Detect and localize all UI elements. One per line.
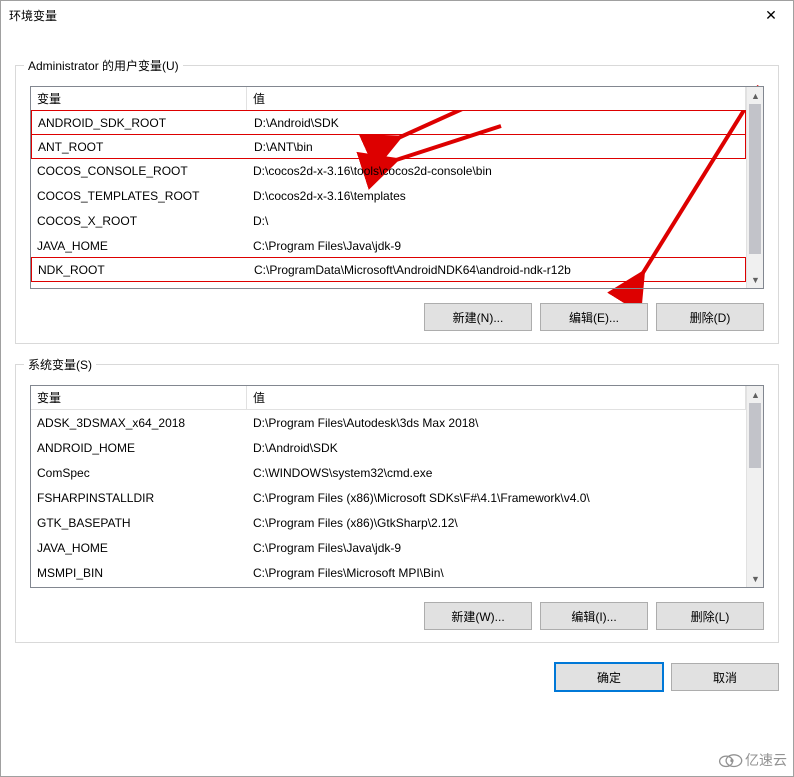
col-header-variable[interactable]: 变量 xyxy=(31,87,247,110)
scroll-down-icon[interactable]: ▼ xyxy=(747,271,764,288)
var-value-cell: C:\Program Files (x86)\GtkSharp\2.12\ xyxy=(247,513,746,533)
table-row[interactable]: NDK_ROOTC:\ProgramData\Microsoft\Android… xyxy=(31,257,746,282)
var-name-cell: JAVA_HOME xyxy=(31,236,247,256)
table-row[interactable]: ANDROID_HOMED:\Android\SDK xyxy=(31,435,746,460)
table-row[interactable]: MSMPI_BINC:\Program Files\Microsoft MPI\… xyxy=(31,560,746,585)
sys-list-content: 变量 值 ADSK_3DSMAX_x64_2018D:\Program File… xyxy=(31,386,746,587)
col-header-value[interactable]: 值 xyxy=(247,87,746,110)
var-value-cell: D:\ANT\bin xyxy=(248,137,745,157)
col-header-variable[interactable]: 变量 xyxy=(31,386,247,409)
titlebar: 环境变量 ✕ xyxy=(1,1,793,29)
user-edit-button[interactable]: 编辑(E)... xyxy=(540,303,648,331)
user-variables-list[interactable]: 变量 值 ANDROID_SDK_ROOTD:\Android\SDKANT_R… xyxy=(30,86,764,289)
dialog-body: Administrator 的用户变量(U) 变量 值 ANDROID_SDK_… xyxy=(1,29,793,701)
table-row[interactable]: ANT_ROOTD:\ANT\bin xyxy=(31,134,746,159)
table-row[interactable]: ANDROID_SDK_ROOTD:\Android\SDK xyxy=(31,110,746,135)
var-name-cell: GTK_BASEPATH xyxy=(31,513,247,533)
table-row[interactable]: ADSK_3DSMAX_x64_2018D:\Program Files\Aut… xyxy=(31,410,746,435)
dialog-bottom-buttons: 确定 取消 xyxy=(15,663,779,691)
scroll-down-icon[interactable]: ▼ xyxy=(747,570,764,587)
watermark: 亿速云 xyxy=(717,750,787,770)
var-value-cell: D:\cocos2d-x-3.16\tools\cocos2d-console\… xyxy=(247,161,746,181)
window-title: 环境变量 xyxy=(9,7,749,24)
user-list-content: 变量 值 ANDROID_SDK_ROOTD:\Android\SDKANT_R… xyxy=(31,87,746,288)
user-group-legend: Administrator 的用户变量(U) xyxy=(24,57,183,74)
var-name-cell: ADSK_3DSMAX_x64_2018 xyxy=(31,413,247,433)
var-name-cell: ComSpec xyxy=(31,463,247,483)
sys-group-legend: 系统变量(S) xyxy=(24,356,96,373)
user-delete-button[interactable]: 删除(D) xyxy=(656,303,764,331)
var-value-cell: D:\Android\SDK xyxy=(248,113,745,133)
table-row[interactable]: JAVA_HOMEC:\Program Files\Java\jdk-9 xyxy=(31,233,746,258)
var-name-cell: ANT_ROOT xyxy=(32,137,248,157)
var-name-cell: COCOS_CONSOLE_ROOT xyxy=(31,161,247,181)
sys-scrollbar[interactable]: ▲ ▼ xyxy=(746,386,763,587)
scroll-up-icon[interactable]: ▲ xyxy=(747,87,764,104)
env-vars-dialog: 环境变量 ✕ Administrator 的用户变量(U) 变量 值 ANDRO… xyxy=(0,0,794,777)
cloud-icon xyxy=(717,752,743,768)
var-name-cell: JAVA_HOME xyxy=(31,538,247,558)
var-name-cell: FSHARPINSTALLDIR xyxy=(31,488,247,508)
var-value-cell: C:\Program Files\Microsoft MPI\Bin\ xyxy=(247,563,746,583)
sys-delete-button[interactable]: 删除(L) xyxy=(656,602,764,630)
cancel-button[interactable]: 取消 xyxy=(671,663,779,691)
table-row[interactable]: FSHARPINSTALLDIRC:\Program Files (x86)\M… xyxy=(31,485,746,510)
table-row[interactable]: GTK_BASEPATHC:\Program Files (x86)\GtkSh… xyxy=(31,510,746,535)
scroll-thumb[interactable] xyxy=(749,403,761,468)
sys-list-header: 变量 值 xyxy=(31,386,746,410)
user-scrollbar[interactable]: ▲ ▼ xyxy=(746,87,763,288)
var-value-cell: D:\cocos2d-x-3.16\templates xyxy=(247,186,746,206)
user-variables-group: Administrator 的用户变量(U) 变量 值 ANDROID_SDK_… xyxy=(15,65,779,344)
table-row[interactable]: JAVA_HOMEC:\Program Files\Java\jdk-9 xyxy=(31,535,746,560)
var-name-cell: MSMPI_BIN xyxy=(31,563,247,583)
var-name-cell: ANDROID_HOME xyxy=(31,438,247,458)
user-list-header: 变量 值 xyxy=(31,87,746,111)
var-value-cell: D:\Program Files\Autodesk\3ds Max 2018\ xyxy=(247,413,746,433)
var-value-cell: D:\ xyxy=(247,211,746,231)
sys-new-button[interactable]: 新建(W)... xyxy=(424,602,532,630)
sys-edit-button[interactable]: 编辑(I)... xyxy=(540,602,648,630)
var-value-cell: C:\Program Files\Java\jdk-9 xyxy=(247,236,746,256)
table-row[interactable]: COCOS_TEMPLATES_ROOTD:\cocos2d-x-3.16\te… xyxy=(31,183,746,208)
var-name-cell: NDK_ROOT xyxy=(32,260,248,280)
user-new-button[interactable]: 新建(N)... xyxy=(424,303,532,331)
scroll-thumb[interactable] xyxy=(749,104,761,254)
col-header-value[interactable]: 值 xyxy=(247,386,746,409)
system-variables-list[interactable]: 变量 值 ADSK_3DSMAX_x64_2018D:\Program File… xyxy=(30,385,764,588)
var-value-cell: D:\Android\SDK xyxy=(247,438,746,458)
watermark-text: 亿速云 xyxy=(745,750,787,770)
sys-buttons: 新建(W)... 编辑(I)... 删除(L) xyxy=(30,602,764,630)
user-buttons: 新建(N)... 编辑(E)... 删除(D) xyxy=(30,303,764,331)
var-name-cell: COCOS_TEMPLATES_ROOT xyxy=(31,186,247,206)
var-name-cell: ANDROID_SDK_ROOT xyxy=(32,113,248,133)
var-value-cell: C:\WINDOWS\system32\cmd.exe xyxy=(247,463,746,483)
var-value-cell: C:\Program Files\Java\jdk-9 xyxy=(247,538,746,558)
table-row[interactable]: COCOS_X_ROOTD:\ xyxy=(31,208,746,233)
table-row[interactable]: COCOS_CONSOLE_ROOTD:\cocos2d-x-3.16\tool… xyxy=(31,158,746,183)
var-value-cell: C:\Program Files (x86)\Microsoft SDKs\F#… xyxy=(247,488,746,508)
table-row[interactable]: ComSpecC:\WINDOWS\system32\cmd.exe xyxy=(31,460,746,485)
system-variables-group: 系统变量(S) 变量 值 ADSK_3DSMAX_x64_2018D:\Prog… xyxy=(15,364,779,643)
var-value-cell: C:\ProgramData\Microsoft\AndroidNDK64\an… xyxy=(248,260,745,280)
ok-button[interactable]: 确定 xyxy=(555,663,663,691)
scroll-up-icon[interactable]: ▲ xyxy=(747,386,764,403)
var-name-cell: COCOS_X_ROOT xyxy=(31,211,247,231)
close-icon[interactable]: ✕ xyxy=(749,1,793,29)
